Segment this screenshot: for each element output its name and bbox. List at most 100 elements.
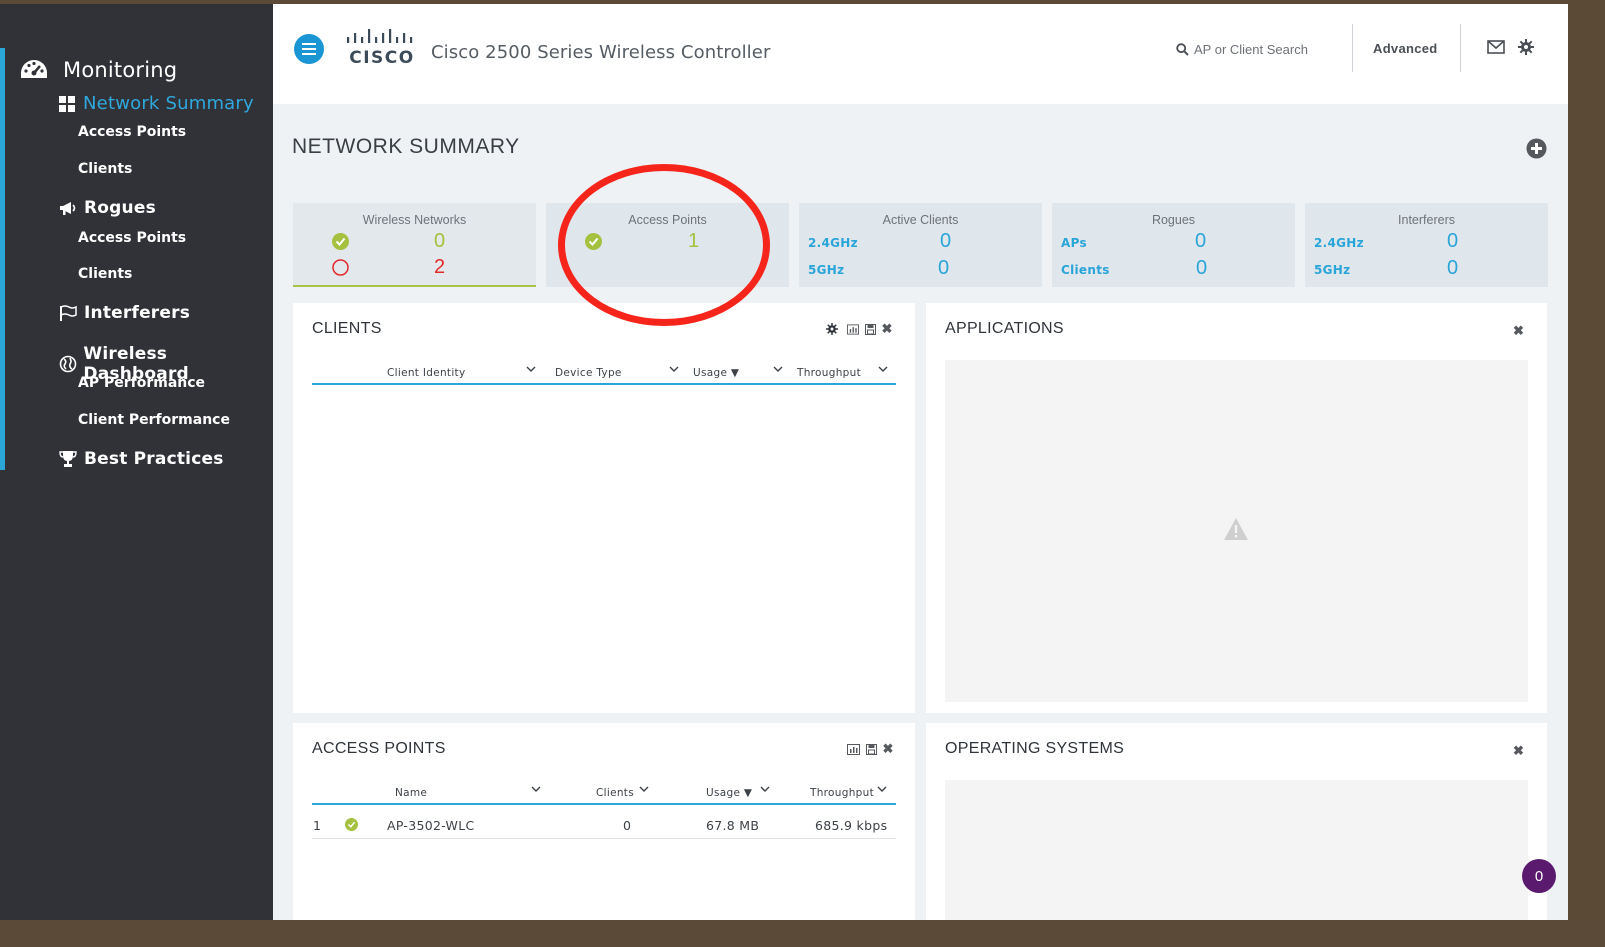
stat-value: 0 <box>1195 230 1207 252</box>
sidebar-item-ns-clients[interactable]: Clients <box>78 161 132 177</box>
column-header[interactable]: Usage ▼ <box>693 367 739 379</box>
ap-client-search[interactable]: AP or Client Search <box>1176 42 1308 57</box>
add-widget-button[interactable] <box>1526 138 1547 164</box>
desktop-background <box>0 920 1605 947</box>
chevron-down-icon[interactable] <box>669 366 679 373</box>
mail-button[interactable] <box>1487 40 1505 59</box>
advanced-button[interactable]: Advanced <box>1373 41 1438 56</box>
header-divider <box>1460 24 1461 72</box>
gear-icon <box>1518 39 1534 55</box>
stat-row: 2.4GHz 0 <box>1305 230 1548 256</box>
stat-active-clients[interactable]: Active Clients 2.4GHz 0 5GHz 0 <box>799 203 1042 287</box>
panel-toolbar: ✖ <box>847 741 894 756</box>
applications-empty-area <box>945 360 1528 702</box>
sidebar-item-ns-access-points[interactable]: Access Points <box>78 124 186 140</box>
cisco-bridge-icon <box>347 29 413 43</box>
circle-outline-icon <box>332 259 349 276</box>
stat-access-points[interactable]: Access Points 1 <box>546 203 789 287</box>
cisco-wordmark: CISCO <box>349 48 415 68</box>
sidebar-label: Network Summary <box>83 93 254 114</box>
hamburger-menu-button[interactable] <box>294 34 324 64</box>
stat-label: APs <box>1061 236 1087 250</box>
stat-value: 1 <box>688 230 700 252</box>
chevron-down-icon[interactable] <box>878 366 888 373</box>
sidebar-item-best-practices[interactable]: Best Practices <box>58 449 224 469</box>
ap-usage: 67.8 MB <box>706 818 760 833</box>
cisco-logo: CISCO <box>345 26 419 70</box>
sidebar-item-ap-performance[interactable]: AP Performance <box>78 375 205 391</box>
column-header[interactable]: Client Identity <box>387 367 465 379</box>
settings-button[interactable] <box>826 323 838 335</box>
clients-panel: CLIENTS ✖ Client Identity Device Type Us… <box>293 303 915 713</box>
stat-label: 5GHz <box>1314 263 1351 277</box>
header-divider <box>1352 24 1353 72</box>
sidebar-item-monitoring[interactable]: Monitoring <box>18 57 177 83</box>
megaphone-icon <box>58 198 78 218</box>
globe-icon <box>58 354 77 374</box>
sidebar-item-rogues-access-points[interactable]: Access Points <box>78 230 186 246</box>
chevron-down-icon[interactable] <box>526 366 536 373</box>
close-icon[interactable]: ✖ <box>1513 743 1524 759</box>
stat-label: 2.4GHz <box>808 236 858 250</box>
column-header[interactable]: Device Type <box>555 367 622 379</box>
trophy-icon <box>58 449 78 469</box>
flag-icon <box>58 303 78 323</box>
stat-value: 0 <box>1447 230 1459 252</box>
close-icon[interactable]: ✖ <box>882 741 894 756</box>
stat-interferers[interactable]: Interferers 2.4GHz 0 5GHz 0 <box>1305 203 1548 287</box>
bar-chart-icon <box>847 743 860 755</box>
column-header[interactable]: Usage ▼ <box>706 787 752 799</box>
top-header: CISCO Cisco 2500 Series Wireless Control… <box>273 4 1568 104</box>
chevron-down-icon[interactable] <box>877 786 887 793</box>
stat-row: 5GHz 0 <box>799 257 1042 283</box>
stat-value: 2 <box>434 256 446 278</box>
check-circle-icon <box>585 233 602 250</box>
chevron-down-icon[interactable] <box>773 366 783 373</box>
sidebar-item-network-summary[interactable]: Network Summary <box>58 93 254 114</box>
stat-value: 0 <box>1196 257 1208 279</box>
column-header[interactable]: Throughput <box>810 787 874 799</box>
sidebar-item-rogues-clients[interactable]: Clients <box>78 266 132 282</box>
notification-badge[interactable]: 0 <box>1522 859 1556 893</box>
sidebar-label: Interferers <box>84 303 191 323</box>
chart-view-button[interactable] <box>847 323 859 335</box>
stat-value: 0 <box>938 257 950 279</box>
stat-wireless-networks[interactable]: Wireless Networks 0 2 <box>293 203 536 287</box>
stat-row: 5GHz 0 <box>1305 257 1548 283</box>
stat-row-ok: 1 <box>546 230 789 256</box>
warning-icon <box>1224 518 1248 540</box>
save-button[interactable] <box>865 743 877 755</box>
stat-row: 2.4GHz 0 <box>799 230 1042 256</box>
stat-value: 0 <box>940 230 952 252</box>
chevron-down-icon[interactable] <box>639 786 649 793</box>
column-header[interactable]: Clients <box>596 787 634 799</box>
search-icon <box>1176 43 1189 56</box>
chevron-down-icon[interactable] <box>760 786 770 793</box>
ap-table-header: Name Clients Usage ▼ Throughput <box>312 783 896 805</box>
bar-chart-icon <box>847 323 859 335</box>
column-header[interactable]: Name <box>395 787 427 799</box>
app-title: Cisco 2500 Series Wireless Controller <box>431 42 771 63</box>
applications-panel: APPLICATIONS ✖ <box>926 303 1547 713</box>
table-row[interactable]: 1 AP-3502-WLC 0 67.8 MB 685.9 kbps <box>312 811 896 839</box>
check-circle-icon <box>345 818 358 831</box>
stat-rogues[interactable]: Rogues APs 0 Clients 0 <box>1052 203 1295 287</box>
settings-button[interactable] <box>1518 39 1534 60</box>
sidebar-active-indicator <box>0 48 5 470</box>
save-button[interactable] <box>864 323 876 335</box>
sidebar-item-rogues[interactable]: Rogues <box>58 198 156 218</box>
gear-icon <box>826 323 838 335</box>
sidebar: Monitoring Network Summary Access Points… <box>0 4 273 942</box>
close-icon[interactable]: ✖ <box>881 321 893 336</box>
column-header[interactable]: Throughput <box>797 367 861 379</box>
chevron-down-icon[interactable] <box>531 786 541 793</box>
floppy-icon <box>865 743 877 755</box>
sidebar-item-client-performance[interactable]: Client Performance <box>78 412 230 428</box>
stat-row-ok: 0 <box>293 230 536 256</box>
ap-name[interactable]: AP-3502-WLC <box>387 818 475 833</box>
chart-view-button[interactable] <box>847 743 860 755</box>
sidebar-item-interferers[interactable]: Interferers <box>58 303 190 323</box>
row-index: 1 <box>313 818 322 833</box>
close-icon[interactable]: ✖ <box>1513 323 1524 339</box>
panel-toolbar: ✖ <box>826 321 893 336</box>
